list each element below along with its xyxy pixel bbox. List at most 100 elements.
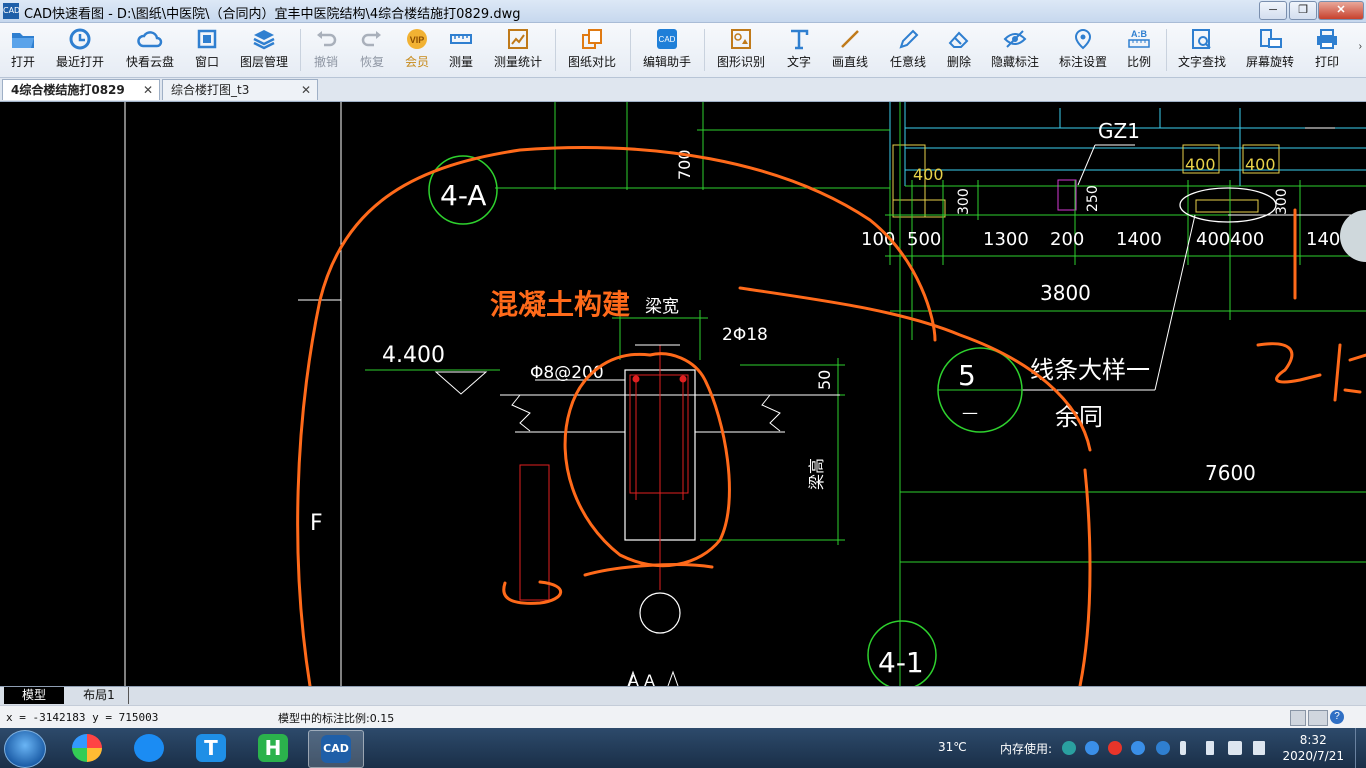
ruler-icon — [450, 34, 472, 44]
vip-button[interactable]: VIP 会员 — [398, 25, 436, 75]
scale-badge: A:B — [1131, 29, 1147, 39]
measure-label: 测量 — [448, 55, 473, 69]
input-method-icon[interactable] — [1290, 710, 1306, 726]
scale-button[interactable]: A:B 比例 — [1120, 25, 1158, 75]
tab-4-structure[interactable]: 4综合楼结施打0829 ✕ — [2, 79, 160, 100]
rotate-screen-button[interactable]: 屏幕旋转 — [1241, 25, 1299, 75]
dingtalk-icon — [134, 734, 164, 762]
taskbar-cad[interactable]: CAD — [308, 730, 364, 768]
delete-button[interactable]: 删除 — [940, 25, 978, 75]
compare-button[interactable]: 图纸对比 — [562, 25, 622, 75]
toolbar-separator — [555, 29, 556, 71]
scale-label: 比例 — [1126, 55, 1151, 69]
start-button[interactable] — [4, 730, 46, 768]
maximize-button[interactable]: ❐ — [1289, 1, 1317, 20]
text-search-icon — [1192, 29, 1211, 49]
memory-usage-label: 内存使用: — [1000, 742, 1053, 756]
tab-close-icon[interactable]: ✕ — [301, 80, 311, 101]
annotation-scale-text: 模型中的标注比例:0.15 — [278, 712, 395, 725]
cloud-button[interactable]: 快看云盘 — [120, 25, 180, 75]
volume-muted-icon[interactable] — [1228, 741, 1242, 755]
browser-icon — [72, 734, 102, 762]
annotation-settings-button[interactable]: 标注设置 — [1054, 25, 1112, 75]
tab-combined-print[interactable]: 综合楼打图_t3 ✕ — [162, 79, 318, 100]
tab-model[interactable]: 模型 — [4, 687, 64, 704]
recent-button[interactable]: 最近打开 — [50, 25, 110, 75]
redo-button[interactable]: 恢复 — [352, 25, 392, 75]
close-button[interactable]: ✕ — [1318, 1, 1364, 20]
toolbar-more-button[interactable]: › — [1359, 41, 1362, 52]
draw-line-button[interactable]: 画直线 — [826, 25, 874, 75]
toolbar-separator — [630, 29, 631, 71]
side-panel-handle — [1340, 210, 1366, 262]
tray-music-icon[interactable] — [1108, 741, 1122, 755]
compare-icon — [582, 29, 602, 49]
network-signal-icon[interactable] — [1253, 741, 1265, 755]
title-bar: CAD CAD快速看图 - D:\图纸\中医院\（合同内）宜丰中医院结构\4综合… — [0, 0, 1366, 23]
text-search-button[interactable]: 文字查找 — [1173, 25, 1231, 75]
svg-text:CAD: CAD — [659, 35, 676, 44]
hide-annotation-icon — [1003, 30, 1027, 48]
tab-close-icon[interactable]: ✕ — [143, 80, 153, 101]
shape-recognize-label: 图形识别 — [716, 55, 765, 69]
help-icon[interactable]: ? — [1330, 710, 1344, 724]
undo-icon — [317, 31, 337, 47]
taskbar-browser[interactable] — [60, 730, 114, 766]
dim-400: 400 — [913, 165, 944, 184]
battery-icon[interactable] — [1206, 741, 1214, 755]
tray-mail-icon[interactable] — [1131, 741, 1145, 755]
recent-label: 最近打开 — [55, 55, 104, 69]
dim-400: 400 — [1230, 229, 1264, 250]
cloud-icon — [137, 31, 163, 48]
measure-button[interactable]: 测量 — [442, 25, 480, 75]
tab-label: 综合楼打图_t3 — [171, 83, 250, 97]
detail-number: 5 — [958, 359, 976, 392]
taskbar-t-app[interactable]: T — [184, 730, 238, 766]
hide-annotation-button[interactable]: 隐藏标注 — [986, 25, 1044, 75]
h-app-icon: H — [258, 734, 288, 762]
layout-tabbar: 模型 布局1 — [0, 686, 1366, 705]
tray-app-icon[interactable] — [1062, 741, 1076, 755]
text-button[interactable]: 文字 — [780, 25, 818, 75]
show-desktop-button[interactable] — [1355, 728, 1366, 768]
keyboard-icon[interactable] — [1308, 710, 1328, 726]
rotate-screen-icon — [1260, 29, 1282, 48]
app-icon: CAD — [3, 3, 20, 19]
vip-icon: VIP — [407, 29, 427, 49]
tab-layout1[interactable]: 布局1 — [70, 687, 129, 704]
print-button[interactable]: 打印 — [1308, 25, 1346, 75]
taskbar-dingtalk[interactable] — [122, 730, 176, 766]
windows-taskbar: T H CAD 31℃ 内存使用: 8:32 2020/7/21 — [0, 728, 1366, 768]
clock-time: 8:32 — [1299, 733, 1327, 747]
edit-assistant-icon: CAD — [657, 29, 677, 49]
cursor-coordinates: x = -3142183 y = 715003 — [6, 711, 159, 724]
printer-icon — [1317, 29, 1337, 49]
window-title: CAD快速看图 - D:\图纸\中医院\（合同内）宜丰中医院结构\4综合楼结施打… — [24, 7, 521, 22]
drawing-canvas[interactable]: F GZ1 400 400 400 300 250 300 100 500 13… — [0, 102, 1366, 686]
freehand-button[interactable]: 任意线 — [884, 25, 932, 75]
edit-assistant-button[interactable]: CAD 编辑助手 — [637, 25, 697, 75]
window-button[interactable]: 窗口 — [188, 25, 226, 75]
dim-7600: 7600 — [1205, 461, 1256, 485]
dim-1400: 1400 — [1116, 229, 1162, 250]
undo-button[interactable]: 撤销 — [306, 25, 346, 75]
shape-recognize-button[interactable]: 图形识别 — [711, 25, 771, 75]
window-label: 窗口 — [194, 55, 219, 69]
edit-assistant-label: 编辑助手 — [642, 55, 691, 69]
shape-recognize-icon — [731, 29, 751, 49]
bluetooth-icon[interactable] — [1180, 741, 1186, 755]
tray-g-icon[interactable] — [1156, 741, 1170, 755]
clock[interactable]: 8:32 2020/7/21 — [1282, 732, 1344, 764]
taskbar-h-app[interactable]: H — [246, 730, 300, 766]
dim-300: 300 — [1274, 188, 1290, 215]
measure-stats-icon — [508, 29, 528, 49]
measure-stats-button[interactable]: 测量统计 — [488, 25, 548, 75]
layers-button[interactable]: 图层管理 — [234, 25, 294, 75]
tray-settings-icon[interactable] — [1085, 741, 1099, 755]
status-bar: x = -3142183 y = 715003 模型中的标注比例:0.15 ? — [0, 705, 1366, 729]
clock-date: 2020/7/21 — [1282, 749, 1344, 763]
open-button[interactable]: 打开 — [2, 25, 44, 75]
section-label-4a: 4-A — [440, 179, 486, 212]
minimize-button[interactable]: ─ — [1259, 1, 1287, 20]
redo-label: 恢复 — [359, 55, 384, 69]
